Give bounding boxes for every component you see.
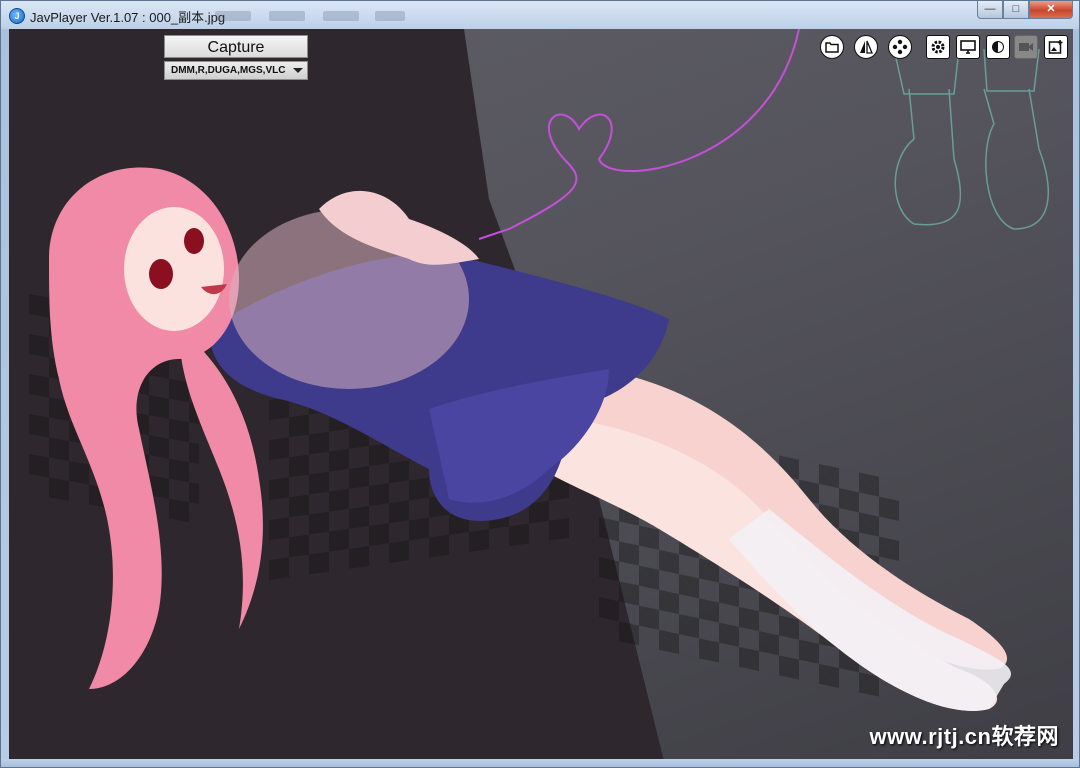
character-legs <box>529 369 1012 711</box>
mirror-icon[interactable] <box>854 35 878 59</box>
watermark: www.rjtj.cn软荐网 <box>869 724 1059 749</box>
window-controls: — □ ✕ <box>977 1 1073 19</box>
heart-string <box>478 29 800 240</box>
minimize-button[interactable]: — <box>977 1 1003 19</box>
camera-icon[interactable] <box>1014 35 1038 59</box>
image-viewer[interactable]: Capture DMM,R,DUGA,MGS,VLC www.rjtj.cn软荐… <box>9 29 1073 761</box>
app-window: J JavPlayer Ver.1.07 : 000_副本.jpg — □ ✕ <box>0 0 1080 768</box>
title-bar[interactable]: J JavPlayer Ver.1.07 : 000_副本.jpg — □ ✕ <box>1 1 1079 29</box>
shoes-outline <box>893 48 1049 230</box>
top-toolbar <box>9 35 1073 59</box>
gear-icon[interactable] <box>926 35 950 59</box>
menu-item-ghost <box>323 11 359 21</box>
folder-icon[interactable] <box>820 35 844 59</box>
source-dropdown[interactable]: DMM,R,DUGA,MGS,VLC <box>164 61 308 80</box>
monitor-icon[interactable] <box>956 35 980 59</box>
app-icon: J <box>9 8 25 24</box>
add-image-icon[interactable] <box>1044 35 1068 59</box>
menu-item-ghost <box>269 11 305 21</box>
menu-item-ghost <box>215 11 251 21</box>
illustration <box>49 29 1049 711</box>
window-title: JavPlayer Ver.1.07 : 000_副本.jpg <box>30 10 226 25</box>
maximize-button[interactable]: □ <box>1003 1 1029 19</box>
chevron-down-icon <box>293 68 303 73</box>
close-button[interactable]: ✕ <box>1029 1 1073 19</box>
gamepad-icon[interactable] <box>888 35 912 59</box>
menu-item-ghost <box>375 11 405 21</box>
source-dropdown-value: DMM,R,DUGA,MGS,VLC <box>171 65 286 76</box>
window-bottom-border <box>1 759 1079 767</box>
brightness-icon[interactable] <box>986 35 1010 59</box>
